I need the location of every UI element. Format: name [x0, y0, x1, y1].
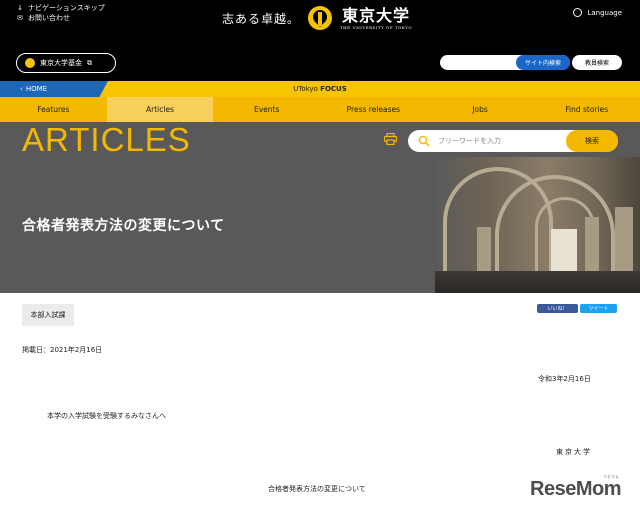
university-logo[interactable]: 志ある卓越。 東京大学 THE UNIVERSITY OF TOKYO	[222, 6, 412, 30]
watermark-kana: リセマム	[602, 474, 619, 479]
breadcrumb-home[interactable]: ‹ HOME	[0, 81, 108, 97]
down-arrow-icon: ↓	[17, 4, 23, 12]
globe-icon	[573, 8, 583, 17]
fund-button[interactable]: 東京大学基金 ⧉	[16, 53, 116, 73]
resemom-watermark: ReseMom リセマム	[530, 474, 621, 501]
skip-navigation-link[interactable]: ↓ ナビゲーションスキップ	[16, 3, 105, 13]
mail-icon: ✉	[17, 14, 23, 22]
skip-navigation-label: ナビゲーションスキップ	[28, 4, 105, 12]
section-band: ARTICLES フリーワードを入力 検索	[0, 121, 640, 158]
search-button[interactable]: 検索	[566, 130, 618, 152]
university-name-en: THE UNIVERSITY OF TOKYO	[340, 24, 413, 30]
language-label: Language	[587, 8, 622, 17]
slogan: 志ある卓越。	[222, 11, 301, 26]
notice-subject: 合格者発表方法の変更について	[268, 485, 366, 493]
breadcrumb-home-label: HOME	[25, 85, 48, 93]
focus-nav: Features Articles Events Press releases …	[0, 97, 640, 122]
language-switch[interactable]: Language	[573, 8, 622, 17]
posted-date: 掲載日：2021年2月16日	[22, 346, 103, 354]
article-hero: 合格者発表方法の変更について	[0, 157, 640, 293]
tab-find-stories[interactable]: Find stories	[533, 97, 640, 122]
tab-articles[interactable]: Articles	[106, 97, 214, 122]
university-name: 東京大学 THE UNIVERSITY OF TOKYO	[340, 5, 413, 30]
search-placeholder: フリーワードを入力	[438, 137, 501, 145]
search-icon	[418, 135, 430, 147]
external-link-icon: ⧉	[87, 58, 92, 67]
university-name-jp: 東京大学	[342, 5, 411, 25]
tab-features[interactable]: Features	[0, 97, 107, 122]
site-header: ↓ ナビゲーションスキップ ✉ お問い合わせ 志ある卓越。 東京大学 THE U…	[0, 0, 640, 81]
tweet-button[interactable]: ツイート	[580, 304, 617, 313]
chevron-left-icon: ‹	[20, 85, 23, 93]
site-search-button[interactable]: サイト内検索	[516, 55, 570, 70]
campus-arcade-photo	[435, 157, 640, 293]
watermark-text: ReseMom	[530, 478, 621, 500]
article-search-input[interactable]: フリーワードを入力 検索	[408, 130, 618, 152]
fund-label: 東京大学基金	[40, 59, 82, 67]
site-search-input[interactable]: サイト内検索	[440, 55, 570, 70]
staff-search-button[interactable]: 教員検索	[572, 55, 622, 70]
contact-link[interactable]: ✉ お問い合わせ	[16, 13, 70, 23]
tab-jobs[interactable]: Jobs	[427, 97, 534, 122]
contact-label: お問い合わせ	[28, 14, 70, 22]
printer-icon[interactable]	[384, 133, 397, 145]
breadcrumb: UTokyo FOCUS ‹ HOME	[0, 81, 640, 97]
article-title: 合格者発表方法の変更について	[22, 218, 225, 234]
section-title: ARTICLES	[22, 121, 191, 158]
focus-bold: FOCUS	[320, 85, 347, 93]
focus-prefix: UTokyo	[293, 85, 321, 93]
tab-events[interactable]: Events	[213, 97, 320, 122]
category-tag[interactable]: 本部入試課	[22, 304, 74, 326]
ginkgo-emblem-icon	[308, 6, 333, 30]
signature: 東京大学	[556, 448, 592, 456]
fund-icon	[25, 58, 35, 68]
tab-press-releases[interactable]: Press releases	[320, 97, 427, 122]
letter-date: 令和3年2月16日	[538, 375, 591, 383]
facebook-like-button[interactable]: いいね！	[537, 304, 578, 313]
greeting: 本学の入学試験を受験するみなさんへ	[47, 412, 166, 420]
